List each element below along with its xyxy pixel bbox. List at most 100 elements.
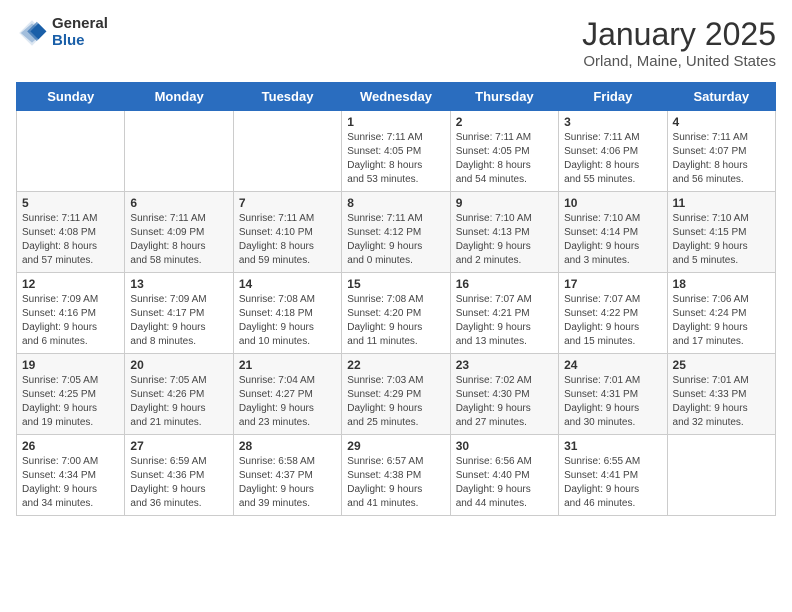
- day-number: 15: [347, 277, 444, 291]
- weekday-header-cell: Sunday: [17, 83, 125, 111]
- calendar-week-row: 5 Sunrise: 7:11 AM Sunset: 4:08 PM Daylig…: [17, 192, 776, 273]
- calendar-day-cell: 12 Sunrise: 7:09 AM Sunset: 4:16 PM Dayli…: [17, 273, 125, 354]
- weekday-header-cell: Saturday: [667, 83, 775, 111]
- calendar-day-cell: 20 Sunrise: 7:05 AM Sunset: 4:26 PM Dayli…: [125, 354, 233, 435]
- day-number: 3: [564, 115, 661, 129]
- calendar-day-cell: 22 Sunrise: 7:03 AM Sunset: 4:29 PM Dayli…: [342, 354, 450, 435]
- calendar-body: 1 Sunrise: 7:11 AM Sunset: 4:05 PM Daylig…: [17, 111, 776, 516]
- day-number: 25: [673, 358, 770, 372]
- day-number: 22: [347, 358, 444, 372]
- calendar: SundayMondayTuesdayWednesdayThursdayFrid…: [16, 82, 776, 516]
- calendar-day-cell: 18 Sunrise: 7:06 AM Sunset: 4:24 PM Dayli…: [667, 273, 775, 354]
- weekday-header-cell: Friday: [559, 83, 667, 111]
- day-number: 7: [239, 196, 336, 210]
- title-area: January 2025 Orland, Maine, United State…: [582, 16, 776, 70]
- calendar-day-cell: [233, 111, 341, 192]
- day-info: Sunrise: 7:06 AM Sunset: 4:24 PM Dayligh…: [673, 293, 770, 349]
- day-number: 16: [456, 277, 553, 291]
- day-info: Sunrise: 7:10 AM Sunset: 4:15 PM Dayligh…: [673, 212, 770, 268]
- day-info: Sunrise: 7:10 AM Sunset: 4:13 PM Dayligh…: [456, 212, 553, 268]
- day-info: Sunrise: 7:11 AM Sunset: 4:12 PM Dayligh…: [347, 212, 444, 268]
- calendar-day-cell: [667, 435, 775, 516]
- calendar-day-cell: 24 Sunrise: 7:01 AM Sunset: 4:31 PM Dayli…: [559, 354, 667, 435]
- day-number: 8: [347, 196, 444, 210]
- day-info: Sunrise: 6:55 AM Sunset: 4:41 PM Dayligh…: [564, 455, 661, 511]
- calendar-day-cell: 4 Sunrise: 7:11 AM Sunset: 4:07 PM Daylig…: [667, 111, 775, 192]
- weekday-header-cell: Tuesday: [233, 83, 341, 111]
- day-info: Sunrise: 7:11 AM Sunset: 4:09 PM Dayligh…: [130, 212, 227, 268]
- day-number: 6: [130, 196, 227, 210]
- day-number: 29: [347, 439, 444, 453]
- calendar-week-row: 12 Sunrise: 7:09 AM Sunset: 4:16 PM Dayli…: [17, 273, 776, 354]
- day-number: 28: [239, 439, 336, 453]
- day-info: Sunrise: 6:59 AM Sunset: 4:36 PM Dayligh…: [130, 455, 227, 511]
- day-number: 26: [22, 439, 119, 453]
- month-title: January 2025: [582, 16, 776, 53]
- logo-icon: [16, 17, 48, 49]
- calendar-day-cell: 7 Sunrise: 7:11 AM Sunset: 4:10 PM Daylig…: [233, 192, 341, 273]
- day-number: 27: [130, 439, 227, 453]
- calendar-day-cell: 3Sunrise: 7:11 AM Sunset: 4:06 PM Daylig…: [559, 111, 667, 192]
- calendar-day-cell: 6 Sunrise: 7:11 AM Sunset: 4:09 PM Daylig…: [125, 192, 233, 273]
- day-number: 21: [239, 358, 336, 372]
- header: General Blue January 2025 Orland, Maine,…: [16, 16, 776, 70]
- day-number: 24: [564, 358, 661, 372]
- weekday-header-cell: Wednesday: [342, 83, 450, 111]
- day-info: Sunrise: 7:10 AM Sunset: 4:14 PM Dayligh…: [564, 212, 661, 268]
- calendar-day-cell: 2Sunrise: 7:11 AM Sunset: 4:05 PM Daylig…: [450, 111, 558, 192]
- day-number: 2: [456, 115, 553, 129]
- day-info: Sunrise: 7:08 AM Sunset: 4:20 PM Dayligh…: [347, 293, 444, 349]
- calendar-day-cell: 16 Sunrise: 7:07 AM Sunset: 4:21 PM Dayli…: [450, 273, 558, 354]
- calendar-day-cell: 25 Sunrise: 7:01 AM Sunset: 4:33 PM Dayli…: [667, 354, 775, 435]
- day-info: Sunrise: 7:02 AM Sunset: 4:30 PM Dayligh…: [456, 374, 553, 430]
- calendar-day-cell: 23Sunrise: 7:02 AM Sunset: 4:30 PM Dayli…: [450, 354, 558, 435]
- calendar-day-cell: 29 Sunrise: 6:57 AM Sunset: 4:38 PM Dayli…: [342, 435, 450, 516]
- calendar-day-cell: 11Sunrise: 7:10 AM Sunset: 4:15 PM Dayli…: [667, 192, 775, 273]
- day-info: Sunrise: 7:05 AM Sunset: 4:26 PM Dayligh…: [130, 374, 227, 430]
- day-number: 5: [22, 196, 119, 210]
- day-info: Sunrise: 7:03 AM Sunset: 4:29 PM Dayligh…: [347, 374, 444, 430]
- day-number: 1: [347, 115, 444, 129]
- day-info: Sunrise: 7:11 AM Sunset: 4:10 PM Dayligh…: [239, 212, 336, 268]
- calendar-day-cell: 17 Sunrise: 7:07 AM Sunset: 4:22 PM Dayli…: [559, 273, 667, 354]
- calendar-day-cell: 26Sunrise: 7:00 AM Sunset: 4:34 PM Dayli…: [17, 435, 125, 516]
- calendar-day-cell: 1 Sunrise: 7:11 AM Sunset: 4:05 PM Daylig…: [342, 111, 450, 192]
- day-number: 19: [22, 358, 119, 372]
- day-info: Sunrise: 7:09 AM Sunset: 4:16 PM Dayligh…: [22, 293, 119, 349]
- location-title: Orland, Maine, United States: [582, 53, 776, 70]
- calendar-day-cell: 10Sunrise: 7:10 AM Sunset: 4:14 PM Dayli…: [559, 192, 667, 273]
- day-info: Sunrise: 7:04 AM Sunset: 4:27 PM Dayligh…: [239, 374, 336, 430]
- calendar-day-cell: 8 Sunrise: 7:11 AM Sunset: 4:12 PM Daylig…: [342, 192, 450, 273]
- logo-text: General Blue: [52, 16, 108, 49]
- day-info: Sunrise: 7:09 AM Sunset: 4:17 PM Dayligh…: [130, 293, 227, 349]
- day-info: Sunrise: 7:01 AM Sunset: 4:31 PM Dayligh…: [564, 374, 661, 430]
- calendar-day-cell: 19 Sunrise: 7:05 AM Sunset: 4:25 PM Dayli…: [17, 354, 125, 435]
- day-info: Sunrise: 6:58 AM Sunset: 4:37 PM Dayligh…: [239, 455, 336, 511]
- day-number: 12: [22, 277, 119, 291]
- calendar-day-cell: 30 Sunrise: 6:56 AM Sunset: 4:40 PM Dayli…: [450, 435, 558, 516]
- day-info: Sunrise: 7:11 AM Sunset: 4:05 PM Dayligh…: [347, 131, 444, 187]
- day-info: Sunrise: 7:05 AM Sunset: 4:25 PM Dayligh…: [22, 374, 119, 430]
- logo-blue: Blue: [52, 33, 108, 50]
- day-info: Sunrise: 6:57 AM Sunset: 4:38 PM Dayligh…: [347, 455, 444, 511]
- calendar-day-cell: 15 Sunrise: 7:08 AM Sunset: 4:20 PM Dayli…: [342, 273, 450, 354]
- logo: General Blue: [16, 16, 108, 49]
- calendar-day-cell: [17, 111, 125, 192]
- day-number: 4: [673, 115, 770, 129]
- day-info: Sunrise: 7:01 AM Sunset: 4:33 PM Dayligh…: [673, 374, 770, 430]
- day-info: Sunrise: 7:07 AM Sunset: 4:22 PM Dayligh…: [564, 293, 661, 349]
- calendar-day-cell: 21 Sunrise: 7:04 AM Sunset: 4:27 PM Dayli…: [233, 354, 341, 435]
- day-number: 31: [564, 439, 661, 453]
- day-info: Sunrise: 7:11 AM Sunset: 4:08 PM Dayligh…: [22, 212, 119, 268]
- calendar-day-cell: 13Sunrise: 7:09 AM Sunset: 4:17 PM Dayli…: [125, 273, 233, 354]
- day-number: 17: [564, 277, 661, 291]
- calendar-day-cell: 9Sunrise: 7:10 AM Sunset: 4:13 PM Daylig…: [450, 192, 558, 273]
- calendar-day-cell: 14Sunrise: 7:08 AM Sunset: 4:18 PM Dayli…: [233, 273, 341, 354]
- day-number: 20: [130, 358, 227, 372]
- calendar-week-row: 1 Sunrise: 7:11 AM Sunset: 4:05 PM Daylig…: [17, 111, 776, 192]
- day-info: Sunrise: 7:07 AM Sunset: 4:21 PM Dayligh…: [456, 293, 553, 349]
- day-info: Sunrise: 7:11 AM Sunset: 4:07 PM Dayligh…: [673, 131, 770, 187]
- day-number: 18: [673, 277, 770, 291]
- day-number: 30: [456, 439, 553, 453]
- day-info: Sunrise: 6:56 AM Sunset: 4:40 PM Dayligh…: [456, 455, 553, 511]
